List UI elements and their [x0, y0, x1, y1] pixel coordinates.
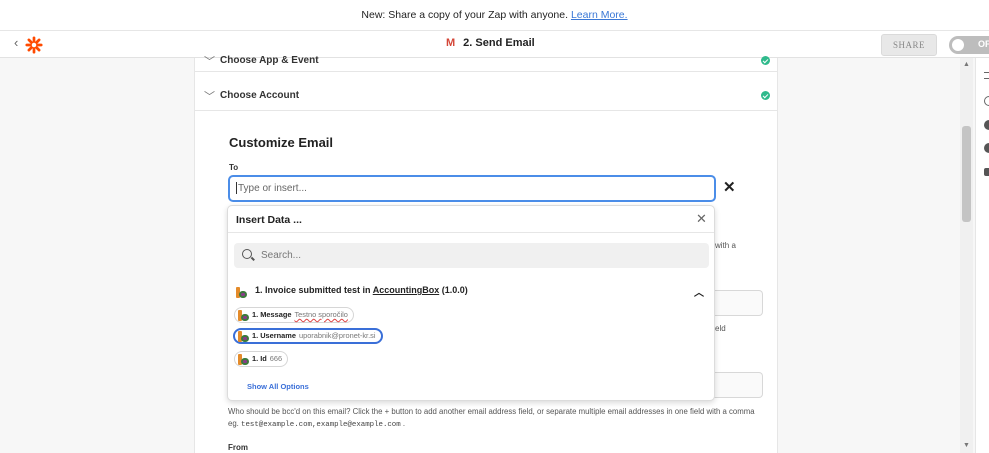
scroll-up-icon[interactable]: ▲	[963, 61, 970, 68]
bcc-input-edge[interactable]	[713, 372, 763, 398]
insert-data-dropdown: Insert Data ... ✕ Search... 1. Invoice s…	[227, 205, 715, 401]
search-icon	[242, 249, 252, 259]
text-caret	[236, 182, 237, 195]
chevron-down-icon: ﹀	[204, 90, 215, 103]
bcc-help-tail: .	[402, 419, 406, 428]
clock-icon[interactable]	[984, 96, 989, 106]
from-field-label: From	[228, 443, 248, 452]
chevron-left-icon[interactable]: ‹	[14, 35, 18, 50]
search-placeholder: Search...	[261, 250, 302, 261]
bcc-help-text: Who should be bcc'd on this email? Click…	[228, 406, 758, 431]
check-circle-icon	[761, 91, 770, 100]
field-value: 666	[269, 354, 283, 363]
accountingbox-app-icon	[236, 287, 247, 299]
to-placeholder: Type or insert...	[238, 183, 307, 194]
close-icon[interactable]: ✕	[696, 211, 707, 227]
right-sidebar-rail	[975, 58, 989, 453]
info-icon[interactable]	[984, 143, 989, 153]
group-label: 1. Invoice submitted test in AccountingB…	[255, 285, 468, 295]
insert-data-title: Insert Data ...	[236, 214, 302, 226]
field-key: 1. Id	[252, 354, 267, 363]
gear-icon[interactable]	[984, 168, 989, 176]
field-key: 1. Message	[252, 310, 292, 319]
to-field-label: To	[229, 163, 239, 172]
section-choose-app-event[interactable]: ﹀ Choose App & Event	[195, 50, 777, 72]
toggle-label: OFF	[978, 39, 989, 49]
share-button[interactable]: SHARE	[881, 34, 937, 56]
section-choose-account[interactable]: ﹀ Choose Account	[195, 81, 777, 111]
step-title-text: 2. Send Email	[463, 37, 535, 49]
zap-on-off-toggle[interactable]: OFF	[949, 36, 989, 54]
to-input[interactable]: Type or insert...	[228, 175, 716, 202]
gmail-icon: M	[446, 37, 456, 49]
check-circle-icon	[761, 56, 770, 65]
cc-input-edge[interactable]	[713, 290, 763, 316]
insert-data-search-input[interactable]: Search...	[234, 243, 709, 268]
show-all-options-link[interactable]: Show All Options	[247, 382, 309, 391]
help-icon[interactable]	[984, 120, 989, 130]
trigger-data-group[interactable]: 1. Invoice submitted test in AccountingB…	[236, 284, 708, 299]
group-label-app: AccountingBox	[372, 285, 440, 295]
scroll-down-icon[interactable]: ▼	[963, 442, 970, 449]
group-label-prefix: 1. Invoice submitted test in	[255, 285, 373, 295]
data-field-pill-selected[interactable]: 1. Username uporabnik@pronet-kr.si	[233, 328, 383, 344]
group-label-suffix: (1.0.0)	[439, 285, 468, 295]
banner-text: New: Share a copy of your Zap with anyon…	[361, 9, 571, 21]
chevron-down-icon: ﹀	[204, 55, 215, 68]
data-field-pill[interactable]: 1. Id 666	[234, 351, 289, 367]
section-label: Choose Account	[220, 90, 300, 101]
bcc-example-code: test@example.com,example@example.com	[241, 421, 401, 429]
field-key: 1. Username	[252, 331, 296, 340]
list-icon[interactable]	[984, 72, 989, 79]
learn-more-link[interactable]: Learn More.	[571, 9, 628, 21]
accountingbox-app-icon	[238, 353, 249, 365]
chevron-up-icon[interactable]: ︿	[694, 284, 704, 299]
scroll-thumb[interactable]	[962, 126, 971, 222]
remove-field-icon[interactable]: ✕	[723, 178, 736, 196]
accountingbox-app-icon	[238, 330, 249, 342]
data-field-pill[interactable]: 1. Message Testno sporočilo	[234, 307, 354, 323]
field-help-fragment: with a	[715, 241, 736, 250]
panel-scrollbar[interactable]: ▲ ▼	[960, 58, 973, 453]
toggle-knob	[952, 39, 964, 51]
customize-email-title: Customize Email	[229, 135, 334, 150]
zapier-logo-icon[interactable]	[25, 36, 43, 54]
announcement-banner: New: Share a copy of your Zap with anyon…	[0, 0, 989, 31]
insert-data-header: Insert Data ... ✕	[228, 206, 714, 233]
accountingbox-app-icon	[238, 309, 249, 321]
step-title: M 2. Send Email	[446, 37, 535, 49]
section-label: Choose App & Event	[220, 55, 319, 66]
field-value: Testno sporočilo	[294, 310, 348, 319]
field-value: uporabnik@pronet-kr.si	[298, 331, 376, 340]
field-help-fragment: eld	[715, 324, 726, 333]
